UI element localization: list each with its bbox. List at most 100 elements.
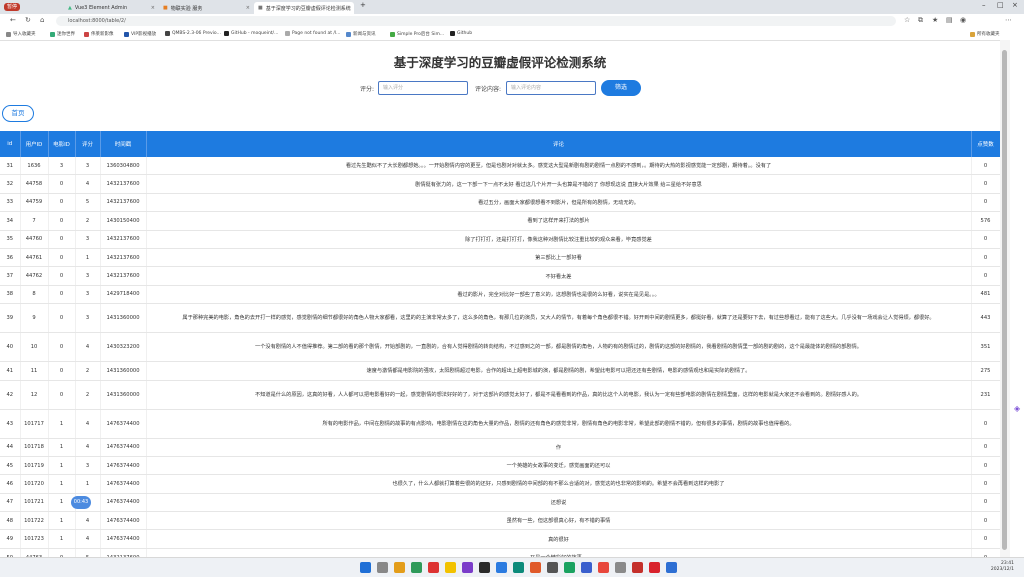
app-icon[interactable] <box>547 562 558 573</box>
favorites-icon[interactable]: ★ <box>932 16 938 24</box>
search-icon[interactable] <box>377 562 388 573</box>
app-icon[interactable] <box>581 562 592 573</box>
cell-id: 32 <box>0 175 20 193</box>
app-icon[interactable] <box>513 562 524 573</box>
cell-user-id: 101720 <box>20 475 48 493</box>
bookmark-item[interactable]: 迷你世界 <box>50 31 75 37</box>
cell-comment: 剧情挺有张力的，这一下部一下一点不太好 看过这几个片开一头也算是不错的了 你想现… <box>146 175 971 193</box>
app-icon[interactable] <box>445 562 456 573</box>
address-bar-row: ← ↻ ⌂ localhost:8000/table/2/ ☆ ⧉ ★ ▤ ◉ … <box>0 14 1024 28</box>
reload-icon[interactable]: ↻ <box>25 16 31 24</box>
tab-iot[interactable]: ■ 物联实验 服务 × <box>159 2 254 14</box>
bookmarks-bar: 导入收藏夹 迷你世界 伟莱新影像 VIP影视播放 QMBS-2.3-06 Pre… <box>0 28 1024 41</box>
cell-movie-id: 0 <box>48 175 75 193</box>
table-row: 347021430150400看到了这样开来打法的部片576 <box>0 212 1000 230</box>
table-header-row: id 用户ID 电影ID 评分 时间戳 评论 点赞数 <box>0 131 1000 157</box>
cell-likes: 576 <box>971 212 1000 230</box>
bookmark-icon <box>346 32 351 37</box>
bookmark-item[interactable]: 导入收藏夹 <box>6 31 36 37</box>
cell-timestamp: 1476374400 <box>100 530 146 548</box>
maximize-icon[interactable]: □ <box>997 1 1004 9</box>
content-input[interactable]: 输入评论内容 <box>506 81 596 95</box>
bookmark-item[interactable]: 伟莱新影像 <box>84 31 114 37</box>
filter-button[interactable]: 筛选 <box>601 80 641 96</box>
app-icon[interactable] <box>598 562 609 573</box>
table-row: 47101721151476374400还想说0 <box>0 493 1000 511</box>
app-icon[interactable] <box>530 562 541 573</box>
bookmark-item[interactable]: 新闻与资讯 <box>346 31 376 37</box>
media-time-badge[interactable]: 00:43 <box>71 496 91 509</box>
app-icon[interactable] <box>632 562 643 573</box>
cell-likes: 0 <box>971 438 1000 456</box>
close-icon[interactable]: × <box>246 5 250 11</box>
vscode-icon[interactable] <box>666 562 677 573</box>
wps-icon[interactable] <box>649 562 660 573</box>
table-row: 46101720111476374400也很久了，什么人都就打算着些很的的还好，… <box>0 475 1000 493</box>
star-icon[interactable]: ☆ <box>904 16 910 24</box>
cell-id: 39 <box>0 304 20 333</box>
edge-icon[interactable] <box>411 562 422 573</box>
cell-movie-id: 0 <box>48 304 75 333</box>
table-row: 3544760031432137600除了打打打，还是打打打，像我这种对剧情比较… <box>0 230 1000 248</box>
back-icon[interactable]: ← <box>10 16 16 24</box>
cell-likes: 231 <box>971 380 1000 409</box>
system-clock[interactable]: 23:41 2023/12/1 <box>991 561 1014 573</box>
cell-id: 36 <box>0 248 20 266</box>
cell-user-id: 9 <box>20 304 48 333</box>
extensions-icon[interactable]: ⧉ <box>918 16 923 25</box>
all-favorites[interactable]: 所有收藏夹 <box>970 31 1000 37</box>
folder-icon <box>970 32 975 37</box>
browser-tab-bar: 暂停 ▲ Vue3 Element Admin × ■ 物联实验 服务 × ■ … <box>0 0 1024 14</box>
bookmark-icon <box>390 32 395 37</box>
cell-timestamp: 1430150400 <box>100 212 146 230</box>
bookmark-item[interactable]: GitHub - moqueint/... <box>224 31 278 36</box>
profile-icon[interactable]: ◉ <box>960 16 966 24</box>
cell-id: 31 <box>0 157 20 175</box>
page-title: 基于深度学习的豆瓣虚假评论检测系统 <box>0 52 1000 71</box>
chrome-icon[interactable] <box>428 562 439 573</box>
cell-timestamp: 1432137600 <box>100 267 146 285</box>
close-window-icon[interactable]: × <box>1012 1 1018 9</box>
cell-id: 49 <box>0 530 20 548</box>
cell-user-id: 101723 <box>20 530 48 548</box>
taskbar: 23:41 2023/12/1 <box>0 557 1024 577</box>
url-input[interactable]: localhost:8000/table/2/ <box>56 16 896 26</box>
score-input[interactable]: 输入评分 <box>378 81 468 95</box>
bookmark-icon <box>124 32 129 37</box>
scrollbar-thumb[interactable] <box>1002 50 1007 550</box>
collections-icon[interactable]: ▤ <box>946 16 953 24</box>
bookmark-item[interactable]: Simple Pro后台 Sim... <box>390 31 444 37</box>
cell-user-id: 44760 <box>20 230 48 248</box>
terminal-icon[interactable] <box>479 562 490 573</box>
more-icon[interactable]: ⋯ <box>1005 16 1012 24</box>
app-icon[interactable] <box>564 562 575 573</box>
app-icon[interactable] <box>496 562 507 573</box>
app-icon[interactable] <box>615 562 626 573</box>
cell-timestamp: 1431360000 <box>100 380 146 409</box>
table-row: 3244758041432137600剧情挺有张力的，这一下部一下一点不太好 看… <box>0 175 1000 193</box>
home-button[interactable]: 首页 <box>2 105 34 122</box>
bookmark-item[interactable]: Page not found at /l... <box>285 31 340 36</box>
header-likes: 点赞数 <box>971 131 1000 157</box>
cell-likes: 443 <box>971 304 1000 333</box>
cell-likes: 0 <box>971 230 1000 248</box>
cell-movie-id: 0 <box>48 193 75 211</box>
cell-user-id: 1636 <box>20 157 48 175</box>
bookmark-item[interactable]: QMBS-2.3-06 Previo... <box>165 31 221 36</box>
close-icon[interactable]: × <box>151 5 155 11</box>
file-explorer-icon[interactable] <box>394 562 405 573</box>
bookmark-item[interactable]: VIP影视播放 <box>124 31 156 37</box>
profile-badge[interactable]: 暂停 <box>4 3 20 11</box>
home-icon[interactable]: ⌂ <box>40 16 44 24</box>
new-tab-icon[interactable]: + <box>360 1 366 9</box>
tab-vue-admin[interactable]: ▲ Vue3 Element Admin × <box>64 2 159 14</box>
table-row: 44101718141476374400作0 <box>0 438 1000 456</box>
cell-movie-id: 1 <box>48 475 75 493</box>
app-icon[interactable] <box>462 562 473 573</box>
copilot-icon[interactable]: ◈ <box>1014 404 1022 414</box>
start-icon[interactable] <box>360 562 371 573</box>
minimize-icon[interactable]: – <box>982 1 986 9</box>
cell-movie-id: 0 <box>48 362 75 380</box>
tab-active-system[interactable]: ■ 基于深度学习的豆瓣虚假评论检测系统 × <box>254 2 354 14</box>
bookmark-item[interactable]: Github <box>450 31 472 36</box>
